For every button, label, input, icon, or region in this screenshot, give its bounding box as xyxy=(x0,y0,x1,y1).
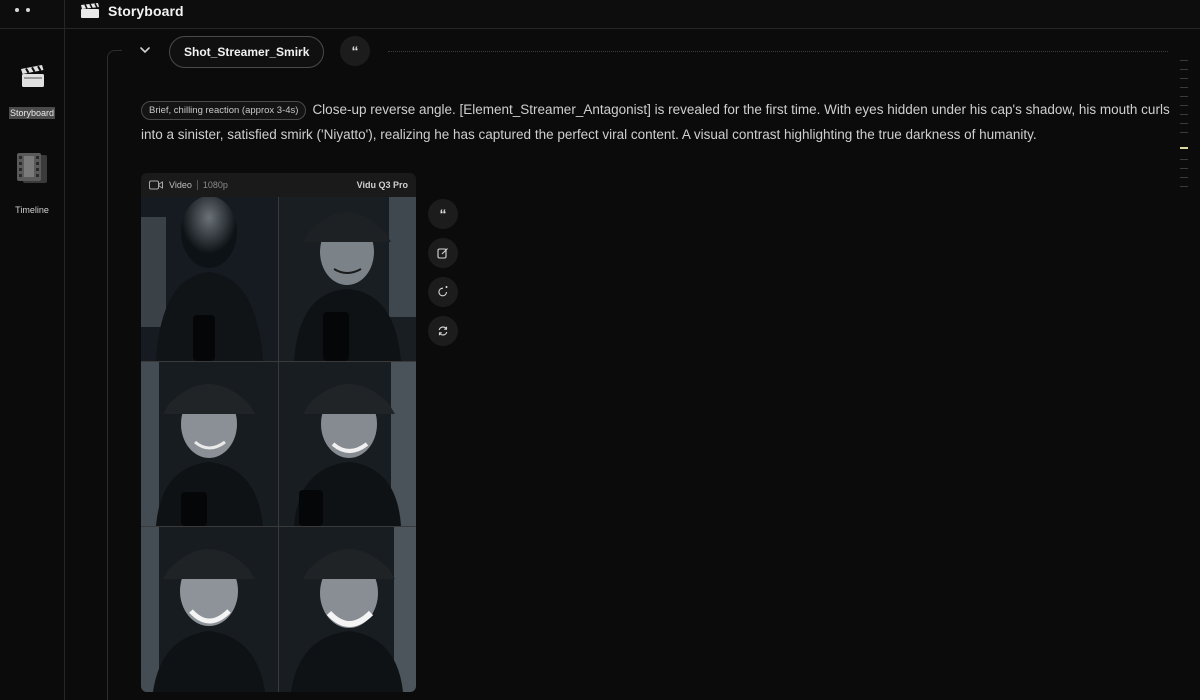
shot-name-pill[interactable]: Shot_Streamer_Smirk xyxy=(169,36,325,68)
refresh-icon xyxy=(438,326,448,336)
video-frame xyxy=(141,527,278,692)
tree-connector-line xyxy=(107,56,108,700)
video-frame xyxy=(141,362,278,526)
video-header: Video 1080p Vidu Q3 Pro xyxy=(141,173,416,197)
scroll-position-indicator[interactable] xyxy=(1180,60,1192,190)
sidebar-item-storyboard[interactable]: Storyboard xyxy=(0,59,64,121)
sidebar: Storyboard Timeline xyxy=(0,29,64,700)
sidebar-divider xyxy=(64,0,65,700)
page-title: Storyboard xyxy=(108,3,184,19)
shot-description: Brief, chilling reaction (approx 3-4s) Cl… xyxy=(141,97,1171,147)
dotted-separator xyxy=(388,51,1168,52)
video-frame-grid xyxy=(141,197,416,692)
quote-icon: “ xyxy=(351,43,359,59)
clapperboard-icon xyxy=(21,65,44,87)
top-bar: Storyboard xyxy=(0,0,1200,29)
tree-connector xyxy=(107,50,122,65)
video-model: Vidu Q3 Pro xyxy=(356,180,408,190)
edit-icon xyxy=(437,248,448,259)
chevron-down-icon[interactable] xyxy=(138,43,152,57)
video-frame xyxy=(141,197,278,361)
video-type-label: Video xyxy=(169,180,192,190)
menu-dots-icon[interactable] xyxy=(15,8,33,14)
video-frame xyxy=(279,362,416,526)
video-card[interactable]: Video 1080p Vidu Q3 Pro xyxy=(141,173,416,692)
edit-action-button[interactable] xyxy=(428,238,458,268)
sidebar-item-label: Timeline xyxy=(15,205,49,215)
video-resolution: 1080p xyxy=(202,180,228,190)
refresh-action-button[interactable] xyxy=(428,316,458,346)
quote-icon: “ xyxy=(439,206,447,222)
clapperboard-icon xyxy=(81,3,99,18)
duration-tag: Brief, chilling reaction (approx 3-4s) xyxy=(141,101,307,120)
video-camera-icon xyxy=(149,180,163,190)
app-window: Storyboard Storyboard Timeline Shot_Stre… xyxy=(0,0,1200,700)
header-separator xyxy=(196,180,198,190)
video-frame xyxy=(279,197,416,361)
regenerate-icon xyxy=(438,286,448,297)
quote-action-button[interactable]: “ xyxy=(428,199,458,229)
film-strip-icon xyxy=(17,153,47,183)
regenerate-action-button[interactable] xyxy=(428,277,458,307)
quote-button[interactable]: “ xyxy=(340,36,370,66)
sidebar-item-label: Storyboard xyxy=(8,107,56,119)
video-frame xyxy=(279,527,416,692)
page-header: Storyboard xyxy=(80,0,184,22)
sidebar-item-timeline[interactable]: Timeline xyxy=(0,150,64,218)
